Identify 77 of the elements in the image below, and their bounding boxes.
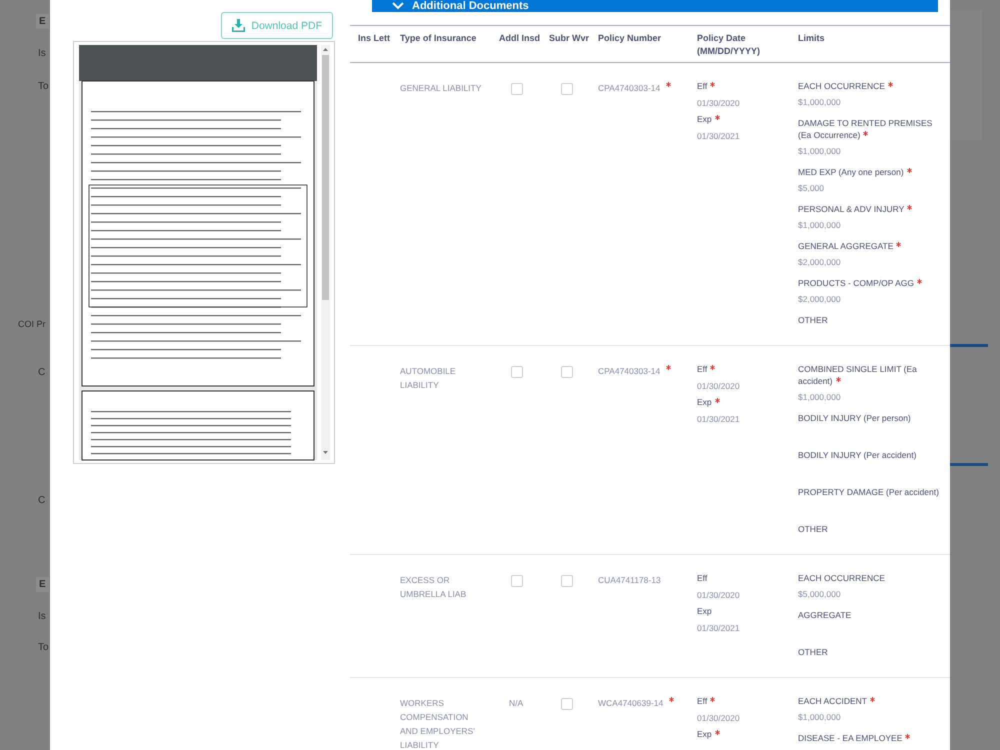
- download-icon: [232, 19, 246, 32]
- limit-label: COMBINED SINGLE LIMIT (Ea accident): [798, 364, 917, 386]
- insurance-type: GENERAL LIABILITY: [400, 82, 482, 95]
- limit-value: $2,000,000: [798, 294, 841, 304]
- limit-value: $2,000,000: [798, 257, 841, 267]
- checkbox[interactable]: [511, 366, 523, 378]
- date-label: Exp: [697, 729, 712, 739]
- policy-number: WCA4740639-14: [598, 698, 664, 708]
- checkbox[interactable]: [561, 575, 573, 587]
- insurance-type: AUTOMOBILE LIABILITY: [400, 365, 457, 392]
- limit-value: $5,000: [798, 183, 824, 193]
- background-text: To: [38, 80, 49, 93]
- insurance-type: EXCESS OR UMBRELLA LIAB: [400, 574, 468, 601]
- limit-label: OTHER: [798, 647, 828, 657]
- checkbox[interactable]: [511, 83, 523, 95]
- checkbox[interactable]: [561, 366, 573, 378]
- table-cell: N/A: [509, 698, 524, 708]
- column-header: Ins Lett: [357, 32, 392, 45]
- date-value: 01/30/2020: [697, 96, 741, 108]
- background-text: C: [38, 366, 46, 379]
- background-text: COI Pr: [18, 318, 46, 331]
- date-value: 01/30/2020: [697, 380, 741, 392]
- limit-label: BODILY INJURY (Per accident): [798, 450, 916, 460]
- policy-number: CPA4740303-14: [598, 83, 660, 93]
- date-label: Eff: [697, 696, 708, 706]
- background-accent-line: [950, 344, 988, 347]
- background-text: Is: [38, 47, 46, 60]
- column-header: Limits: [798, 32, 826, 45]
- insurance-type: WORKERS COMPENSATION AND EMPLOYERS' LIABILITY: [400, 697, 476, 750]
- limit-label: DISEASE - EA EMPLOYEE: [798, 733, 902, 743]
- date-label: Eff: [697, 364, 708, 374]
- date-label: Exp: [697, 397, 712, 407]
- background-text: C: [38, 494, 46, 507]
- date-value: 01/30/2020: [697, 588, 741, 600]
- limit-value: $1,000,000: [798, 97, 841, 107]
- background-accent-line: [950, 463, 988, 466]
- column-header: Type of Insurance: [400, 32, 478, 45]
- column-header: Policy Number: [598, 32, 662, 45]
- date-value: 01/30/2021: [697, 412, 741, 424]
- limit-label: PRODUCTS - COMP/OP AGG: [798, 278, 914, 288]
- date-label: Eff: [697, 81, 708, 91]
- limit-label: EACH OCCURRENCE: [798, 573, 885, 583]
- background-text: E: [36, 577, 49, 592]
- background-text: Is: [38, 610, 46, 623]
- limit-value: $1,000,000: [798, 220, 841, 230]
- limit-label: BODILY INJURY (Per person): [798, 413, 911, 423]
- checkbox[interactable]: [561, 83, 573, 95]
- limit-label: MED EXP (Any one person): [798, 167, 904, 177]
- background-text: E: [36, 14, 49, 29]
- column-header: Subr Wvr: [549, 32, 590, 45]
- date-label: Exp: [697, 606, 712, 616]
- limit-label: OTHER: [798, 524, 828, 534]
- date-value: 01/30/2020: [697, 712, 741, 724]
- policy-number: CUA4741178-13: [598, 575, 661, 585]
- date-label: Eff: [697, 573, 708, 583]
- additional-documents-bar[interactable]: Additional Documents: [372, 0, 938, 12]
- limit-label: EACH ACCIDENT: [798, 696, 867, 706]
- limit-label: PERSONAL & ADV INJURY: [798, 204, 904, 214]
- date-value: 01/30/2021: [697, 622, 741, 634]
- policy-number: CPA4740303-14: [598, 366, 660, 376]
- date-label: Exp: [697, 114, 712, 124]
- checkbox[interactable]: [511, 575, 523, 587]
- limit-label: PROPERTY DAMAGE (Per accident): [798, 487, 939, 497]
- limit-value: $5,000,000: [798, 589, 841, 599]
- limit-label: EACH OCCURRENCE: [798, 81, 885, 91]
- date-value: 01/30/2021: [697, 130, 741, 142]
- limit-label: AGGREGATE: [798, 610, 852, 620]
- checkbox[interactable]: [561, 698, 573, 710]
- limit-value: $1,000,000: [798, 146, 841, 156]
- limit-label: GENERAL AGGREGATE: [798, 241, 894, 251]
- background-text: To: [38, 641, 49, 654]
- column-header: Addl Insd: [499, 32, 541, 45]
- section-title: Additional Documents: [412, 0, 529, 12]
- limit-label: DAMAGE TO RENTED PREMISES (Ea Occurrence): [798, 118, 932, 140]
- limit-label: OTHER: [798, 315, 828, 325]
- limit-value: $1,000,000: [798, 712, 841, 722]
- limit-value: $1,000,000: [798, 392, 841, 402]
